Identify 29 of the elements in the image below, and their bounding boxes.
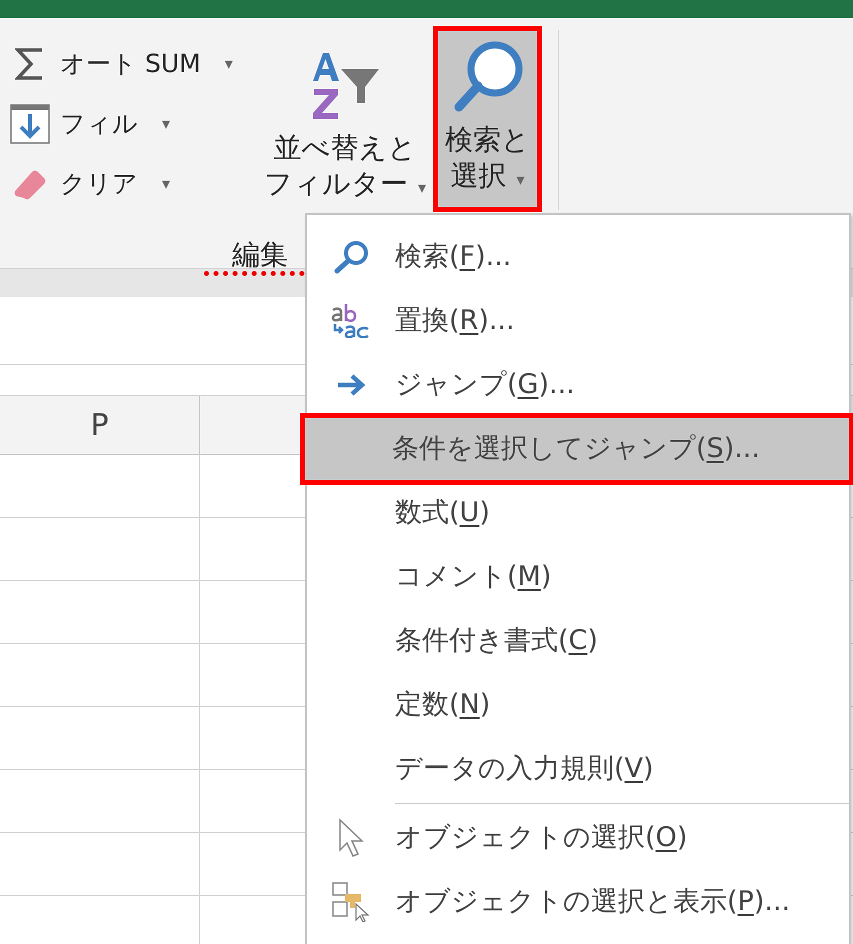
menu-item[interactable]: オブジェクトの選択と表示(P)... bbox=[307, 870, 849, 934]
caret-icon: ▾ bbox=[516, 170, 525, 190]
caret-icon: ▾ bbox=[162, 172, 170, 196]
menu-item[interactable]: 定数(N) bbox=[307, 673, 849, 737]
ribbon-button[interactable]: クリア ▾ bbox=[0, 154, 260, 214]
caret-icon: ▾ bbox=[418, 178, 426, 198]
column-header: P bbox=[0, 396, 200, 454]
replace-icon bbox=[331, 304, 371, 338]
menu-item[interactable]: データの入力規則(V) bbox=[307, 737, 849, 801]
caret-icon: ▾ bbox=[224, 52, 233, 76]
ribbon-button[interactable]: 並べ替えと フィルター ▾ bbox=[260, 34, 430, 214]
down-arrow-box-icon bbox=[10, 104, 50, 144]
eraser-icon bbox=[12, 168, 48, 200]
menu-item[interactable]: オブジェクトの選択(O) bbox=[307, 806, 849, 870]
magnifier-icon bbox=[332, 239, 370, 275]
selection-pane-icon bbox=[332, 882, 370, 922]
menu-item[interactable]: ジャンプ(G)... bbox=[307, 353, 849, 417]
right-arrow-icon bbox=[336, 373, 366, 397]
caret-icon: ▾ bbox=[162, 112, 170, 136]
menu-item[interactable]: 条件を選択してジャンプ(S)... bbox=[304, 417, 850, 481]
sigma-icon bbox=[15, 47, 45, 81]
menu-item[interactable]: コメント(M) bbox=[307, 545, 849, 609]
ribbon-button[interactable]: 検索と 選択 ▾ bbox=[433, 26, 542, 212]
menu-item[interactable]: 条件付き書式(C) bbox=[307, 609, 849, 673]
menu-item[interactable]: 数式(U) bbox=[307, 481, 849, 545]
cursor-icon bbox=[338, 818, 364, 858]
ribbon-button[interactable]: フィル ▾ bbox=[0, 94, 260, 154]
ribbon-button[interactable]: オート SUM ▾ bbox=[0, 34, 260, 94]
menu-item[interactable]: 置換(R)... bbox=[307, 289, 849, 353]
